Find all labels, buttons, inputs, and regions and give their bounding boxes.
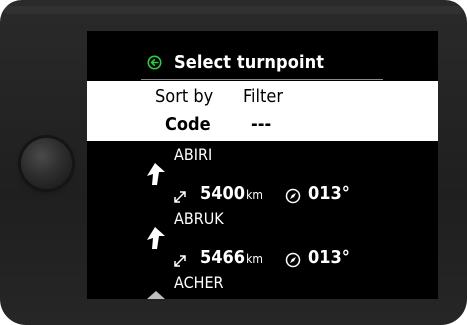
bearing-value: 013° [308, 183, 350, 204]
screen: Select turnpoint Sort by Filter Code ---… [87, 31, 438, 299]
turnpoint-name: ABIRI [174, 145, 213, 164]
compass-icon [285, 188, 301, 204]
diagonal-double-arrow-icon [173, 189, 187, 203]
bearing-value: 013° [308, 247, 350, 268]
diagonal-double-arrow-icon [173, 253, 187, 267]
sort-by-label[interactable]: Sort by [155, 86, 213, 107]
filter-label[interactable]: Filter [243, 86, 283, 107]
sort-filter-panel: Sort by Filter Code --- [87, 81, 438, 141]
list-item[interactable]: ABRUK 5466km 013° [87, 209, 438, 273]
sort-value[interactable]: Code [165, 114, 211, 135]
hardware-knob-button[interactable] [21, 138, 72, 189]
distance-value: 5400km [200, 183, 263, 204]
turnpoint-name: ACHER [174, 273, 224, 292]
direction-arrow-icon [145, 161, 167, 187]
header: Select turnpoint [147, 49, 324, 75]
filter-value[interactable]: --- [251, 114, 271, 135]
direction-arrow-icon [145, 225, 167, 251]
title-divider [141, 79, 383, 80]
bezel-highlight [4, 6, 463, 14]
list-item[interactable]: ACHER [87, 273, 438, 299]
page-title: Select turnpoint [174, 51, 325, 73]
compass-icon [285, 252, 301, 268]
turnpoint-name: ABRUK [174, 209, 224, 228]
distance-value: 5466km [200, 247, 263, 268]
list-item[interactable]: ABIRI 5400km 013° [87, 145, 438, 209]
back-arrow-circle-icon[interactable] [147, 55, 162, 70]
device-body: Select turnpoint Sort by Filter Code ---… [0, 0, 467, 325]
direction-arrow-icon [145, 287, 167, 299]
